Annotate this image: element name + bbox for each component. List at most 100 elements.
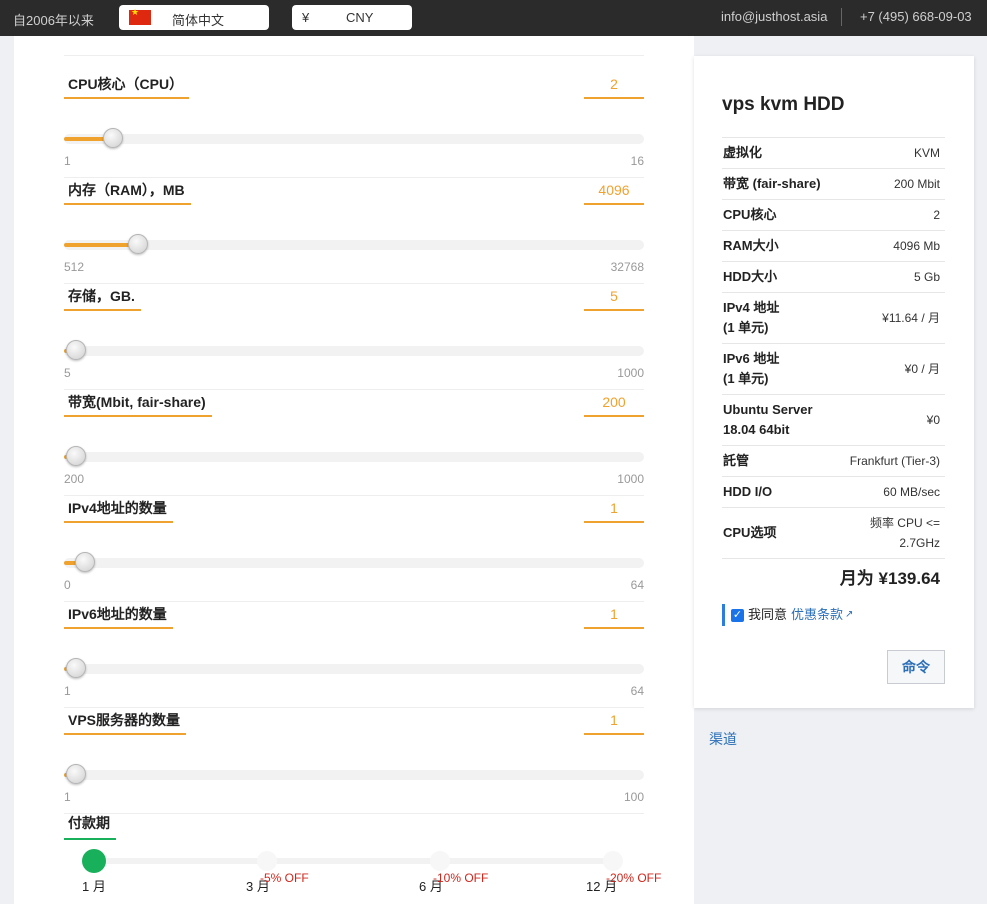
slider-row: 带宽(Mbit, fair-share) 200 200 1000 — [64, 390, 644, 496]
spec-row: RAM大小 4096 Mb — [722, 230, 945, 261]
spec-row: HDD大小 5 Gb — [722, 261, 945, 292]
period-discount: -10% OFF — [433, 871, 489, 885]
currency-label: CNY — [346, 10, 374, 25]
spec-row: Ubuntu Server 18.04 64bit ¥0 — [722, 394, 945, 445]
slider-label: 内存（RAM），MB — [64, 178, 191, 205]
slider-value-input[interactable]: 2 — [584, 72, 644, 99]
spec-value: ¥11.64 / 月 — [882, 311, 940, 325]
channel-link[interactable]: 渠道 — [709, 729, 737, 749]
slider-max: 16 — [630, 154, 644, 168]
slider-value-input[interactable]: 1 — [584, 602, 644, 629]
period-option-label[interactable]: 1 月 — [82, 876, 106, 895]
slider-row: VPS服务器的数量 1 1 100 — [64, 708, 644, 814]
slider-row: 存储，GB. 5 5 1000 — [64, 284, 644, 390]
spec-value: 4096 Mb — [893, 239, 940, 253]
slider-handle[interactable] — [103, 128, 124, 148]
spec-key: CPU核心 — [723, 207, 777, 222]
spec-key: IPv4 地址 (1 单元) — [723, 300, 780, 335]
divider — [64, 55, 644, 56]
slider-handle[interactable] — [127, 234, 148, 254]
slider-handle[interactable] — [74, 552, 95, 572]
slider-track[interactable] — [64, 558, 644, 568]
slider-min: 1 — [64, 154, 71, 168]
slider-track[interactable] — [64, 134, 644, 144]
spec-value: Frankfurt (Tier-3) — [849, 454, 940, 468]
spec-key: CPU选项 — [723, 525, 777, 540]
slider-handle[interactable] — [66, 340, 86, 360]
spec-table: 虚拟化 KVM 带宽 (fair-share) 200 Mbit CPU核心 2 RAM大小… — [722, 137, 945, 559]
slider-label: IPv4地址的数量 — [64, 496, 173, 523]
spec-value: 60 MB/sec — [883, 485, 940, 499]
slider-handle[interactable] — [66, 764, 86, 784]
spec-row: IPv6 地址 (1 单元) ¥0 / 月 — [722, 343, 945, 394]
slider-min: 1 — [64, 790, 71, 804]
slider-row: IPv6地址的数量 1 1 64 — [64, 602, 644, 708]
payment-period-title: 付款期 — [64, 811, 116, 840]
slider-max: 32768 — [610, 260, 644, 274]
china-flag-icon — [129, 7, 151, 25]
slider-min: 1 — [64, 684, 71, 698]
slider-value-input[interactable]: 1 — [584, 496, 644, 523]
slider-min: 200 — [64, 472, 85, 486]
slider-value-input[interactable]: 200 — [584, 390, 644, 417]
slider-max: 1000 — [617, 366, 644, 380]
external-link-icon: ↗ — [845, 609, 854, 620]
slider-track[interactable] — [64, 770, 644, 780]
language-label: 简体中文 — [172, 13, 225, 28]
spec-row: CPU选项 频率 CPU <= 2.7GHz — [722, 507, 945, 558]
spec-row: 託管 Frankfurt (Tier-3) — [722, 445, 945, 476]
slider-handle[interactable] — [66, 658, 86, 678]
spec-row: 虚拟化 KVM — [722, 137, 945, 168]
payment-period-track[interactable] — [94, 858, 614, 864]
top-bar: 自2006年以来 简体中文 ¥ CNY info@justhost.asia +… — [0, 0, 987, 36]
slider-track[interactable] — [64, 664, 644, 674]
spec-key: IPv6 地址 (1 单元) — [723, 351, 780, 386]
slider-min: 5 — [64, 366, 71, 380]
slider-label: VPS服务器的数量 — [64, 708, 187, 735]
period-discount: -5% OFF — [260, 871, 309, 885]
spec-row: 带宽 (fair-share) 200 Mbit — [722, 168, 945, 199]
spec-value: ¥0 / 月 — [904, 362, 940, 376]
period-option-dot[interactable] — [82, 849, 106, 873]
slider-value-input[interactable]: 4096 — [584, 178, 644, 205]
monthly-total: 月为 ¥139.64 — [839, 569, 940, 588]
agree-label: 我同意 — [748, 607, 788, 622]
order-button[interactable]: 命令 — [887, 650, 945, 684]
spec-table-bottom-border — [722, 558, 945, 559]
slider-value-input[interactable]: 5 — [584, 284, 644, 311]
phone-link[interactable]: +7 (495) 668-09-03 — [860, 9, 972, 24]
order-summary-card: vps kvm HDD 虚拟化 KVM 带宽 (fair-share) 200 Mbi… — [694, 56, 974, 708]
slider-track[interactable] — [64, 452, 644, 462]
discount-terms-link[interactable]: 优惠条款 — [791, 604, 843, 626]
slider-row: 内存（RAM），MB 4096 512 32768 — [64, 178, 644, 284]
slider-label: 存储，GB. — [64, 284, 141, 311]
spec-key: HDD I/O — [723, 484, 773, 499]
slider-min: 512 — [64, 260, 85, 274]
spec-value: 200 Mbit — [893, 177, 940, 191]
period-option-dot[interactable] — [257, 851, 277, 871]
since-text: 自2006年以来 — [13, 13, 94, 28]
slider-handle[interactable] — [66, 446, 86, 466]
slider-value-input[interactable]: 1 — [584, 708, 644, 735]
agree-terms: ✓ 我同意 优惠条款 ↗ — [722, 604, 853, 626]
spec-key: Ubuntu Server 18.04 64bit — [723, 402, 813, 437]
slider-min: 0 — [64, 578, 71, 592]
email-link[interactable]: info@justhost.asia — [721, 9, 827, 24]
period-option-dot[interactable] — [603, 851, 623, 871]
slider-track[interactable] — [64, 346, 644, 356]
spec-value: 5 Gb — [913, 270, 940, 284]
language-select[interactable]: 简体中文 — [119, 5, 269, 30]
slider-track[interactable] — [64, 240, 644, 250]
spec-value: ¥0 — [926, 413, 940, 427]
spec-row: CPU核心 2 — [722, 199, 945, 230]
spec-key: HDD大小 — [723, 269, 778, 284]
slider-max: 64 — [630, 578, 644, 592]
currency-select[interactable]: ¥ CNY — [292, 5, 412, 30]
spec-value: KVM — [913, 146, 940, 160]
spec-row: HDD I/O 60 MB/sec — [722, 476, 945, 507]
spec-value: 2 — [933, 208, 940, 222]
currency-symbol: ¥ — [302, 10, 310, 25]
slider-row: CPU核心（CPU） 2 1 16 — [64, 72, 644, 178]
period-option-dot[interactable] — [430, 851, 450, 871]
agree-checkbox[interactable]: ✓ — [731, 608, 744, 622]
